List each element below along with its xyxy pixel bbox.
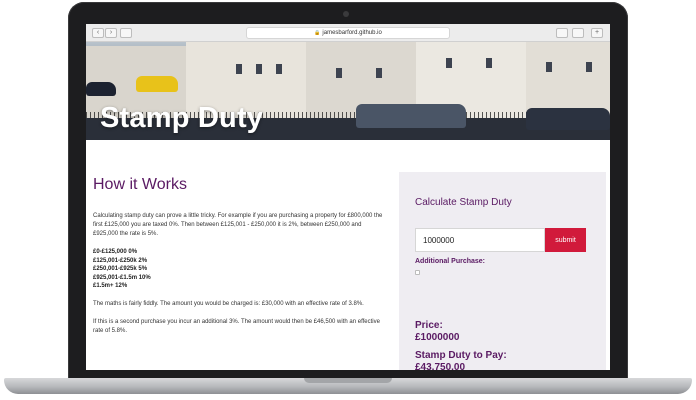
window-image [236, 64, 242, 74]
new-tab-icon[interactable]: + [591, 28, 603, 38]
calculator-title: Calculate Stamp Duty [415, 197, 512, 208]
window-image [276, 64, 282, 74]
window-image [336, 68, 342, 78]
second-purchase-paragraph: If this is a second purchase you incur a… [93, 318, 380, 334]
additional-purchase-label: Additional Purchase: [415, 258, 486, 265]
price-input[interactable] [415, 228, 545, 252]
example-paragraph: The maths is fairly fiddly. The amount y… [93, 300, 364, 307]
calculator-panel: Calculate Stamp Duty submit Additional P… [399, 172, 606, 370]
laptop-notch [304, 378, 392, 383]
stamp-duty-label: Stamp Duty to Pay: [415, 350, 507, 361]
how-it-works-section: How it Works Calculating stamp duty can … [93, 176, 383, 345]
rate-item: £125,001-£250k 2% [93, 257, 148, 264]
window-image [486, 58, 492, 68]
lock-icon: 🔒 [314, 30, 321, 36]
section-heading: How it Works [93, 176, 187, 193]
window-image [586, 62, 592, 72]
taxi-image [136, 76, 178, 92]
url-text: jamesbarford.github.io [322, 30, 382, 36]
rate-item: £0-£125,000 0% [93, 249, 138, 255]
back-icon[interactable]: ‹ [92, 28, 104, 38]
intro-paragraph: Calculating stamp duty can prove a littl… [93, 213, 383, 237]
rate-item: £925,001-£1.5m 10% [93, 274, 151, 281]
bezel-bottom [86, 370, 610, 378]
address-bar[interactable]: 🔒 jamesbarford.github.io [246, 27, 450, 39]
tabs-icon[interactable] [572, 28, 584, 38]
window-image [376, 68, 382, 78]
rate-item: £1.5m+ 12% [93, 283, 128, 289]
additional-purchase-checkbox[interactable] [415, 270, 420, 275]
window-image [256, 64, 262, 74]
submit-button[interactable]: submit [545, 228, 586, 252]
car-image [356, 104, 466, 128]
sidebar-icon[interactable] [120, 28, 132, 38]
browser-toolbar: ‹ › 🔒 jamesbarford.github.io + [86, 24, 610, 42]
window-image [546, 62, 552, 72]
forward-icon[interactable]: › [105, 28, 117, 38]
rate-item: £250,001-£925k 5% [93, 266, 148, 272]
page-title: Stamp Duty [100, 102, 264, 134]
laptop-base [4, 378, 692, 394]
car-image [526, 108, 610, 130]
car-image [86, 82, 116, 96]
screen: ‹ › 🔒 jamesbarford.github.io + Stamp Duty [86, 24, 610, 370]
camera-dot [343, 11, 349, 17]
price-result: £1000000 [415, 332, 460, 343]
price-label: Price: [415, 320, 443, 331]
window-image [446, 58, 452, 68]
stamp-duty-result: £43,750.00 [415, 362, 466, 370]
hero-banner: Stamp Duty [86, 42, 610, 140]
rates-list: £0-£125,000 0% £125,001-£250k 2% £250,00… [93, 248, 383, 291]
share-icon[interactable] [556, 28, 568, 38]
